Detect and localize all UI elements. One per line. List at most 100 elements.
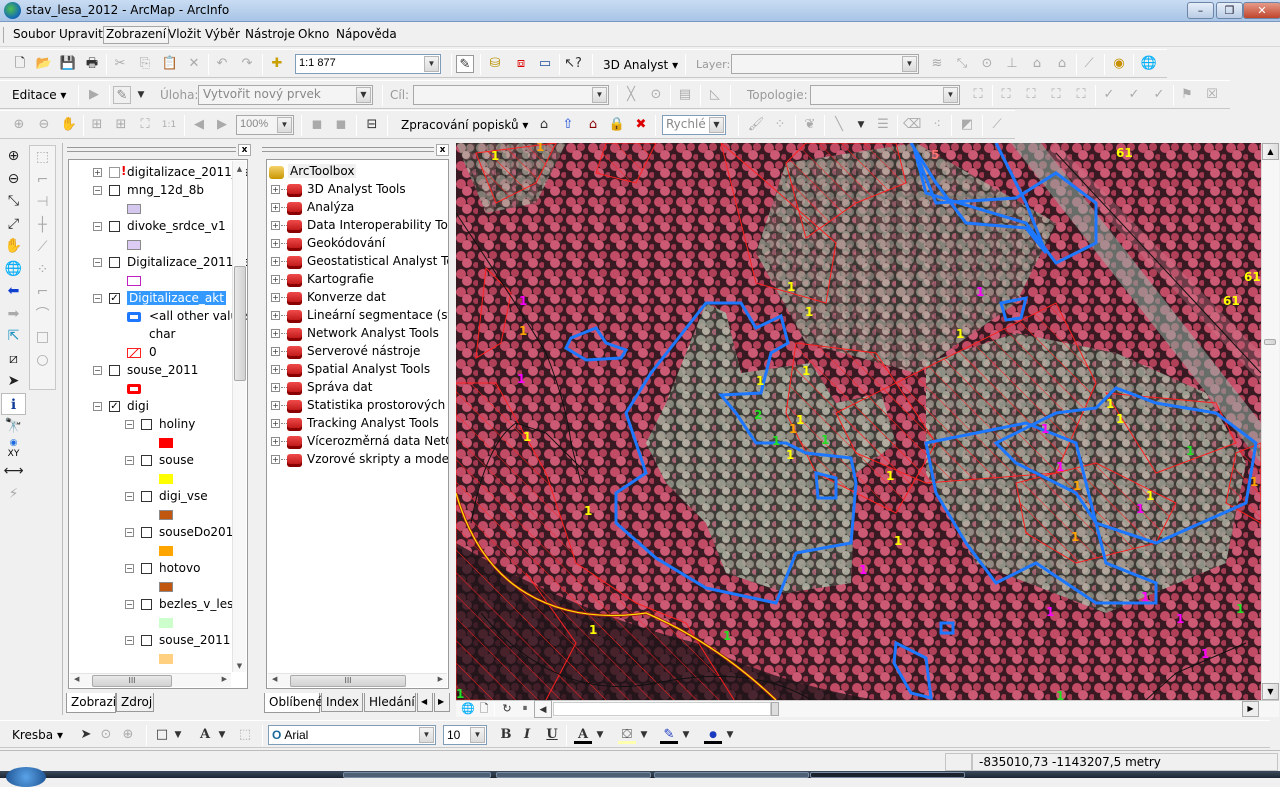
layer-symbol-swatch[interactable] bbox=[127, 240, 141, 250]
layer-name[interactable]: bezles_v_lese bbox=[159, 597, 241, 611]
open-folder-icon[interactable]: 📂 bbox=[35, 55, 53, 73]
arctoolbox-icon[interactable]: ⧈ bbox=[512, 55, 530, 73]
layer-name[interactable]: souse bbox=[159, 453, 194, 467]
find-binoculars-icon[interactable]: 🔭 bbox=[1, 415, 26, 438]
menu-vyber[interactable]: Výběr bbox=[203, 27, 242, 41]
toc-scroll-thumb[interactable] bbox=[234, 266, 246, 381]
collapse-icon[interactable]: − bbox=[93, 402, 102, 411]
validate-area-icon[interactable]: ✓ bbox=[1150, 86, 1168, 104]
expand-icon[interactable]: + bbox=[271, 383, 280, 392]
show-shared-features-icon[interactable]: ⛶ bbox=[1022, 86, 1040, 104]
expand-icon[interactable]: + bbox=[271, 329, 280, 338]
zoom-whole-page-icon[interactable]: ⛶ bbox=[136, 116, 154, 134]
arcscene-icon[interactable]: ◉ bbox=[1110, 55, 1128, 73]
toc-horizontal-scrollbar[interactable]: ◀ III ▶ bbox=[70, 673, 231, 687]
minimize-button[interactable]: – bbox=[1187, 2, 1214, 19]
expand-icon[interactable]: + bbox=[271, 293, 280, 302]
toc-layer-row[interactable]: − mng_12d_8b bbox=[69, 182, 239, 200]
font-color-icon[interactable]: A bbox=[574, 726, 592, 744]
menu-okno[interactable]: Okno bbox=[296, 27, 331, 41]
measure-icon[interactable]: ⟷ bbox=[1, 460, 26, 483]
rectangle-icon[interactable]: □ bbox=[30, 326, 55, 349]
chevron-down-icon[interactable]: ▼ bbox=[724, 726, 736, 744]
split-tool-icon[interactable]: ╳ bbox=[622, 86, 640, 104]
add-data-icon[interactable]: ✚ bbox=[268, 55, 286, 73]
taskbar-button[interactable] bbox=[343, 772, 491, 778]
map-canvas[interactable]: 115 61616121111111111111111111 11111 111111… bbox=[456, 143, 1261, 700]
layer-name[interactable]: divoke_srdce_v1 bbox=[127, 219, 226, 233]
expand-icon[interactable]: + bbox=[271, 239, 280, 248]
scroll-right-button[interactable]: ▶ bbox=[1242, 701, 1259, 717]
expand-icon[interactable]: + bbox=[271, 419, 280, 428]
layer-visibility-checkbox[interactable] bbox=[109, 221, 120, 232]
sketch-tool-icon[interactable]: ✎ bbox=[113, 86, 131, 104]
label-quality-combo[interactable]: Rychlé ▼ bbox=[662, 115, 726, 135]
start-button[interactable] bbox=[6, 767, 46, 787]
target-combo[interactable]: ▼ bbox=[413, 85, 609, 105]
profile-graph-icon[interactable]: ⟋ bbox=[1080, 55, 1098, 73]
expand-icon[interactable]: + bbox=[271, 347, 280, 356]
collapse-icon[interactable]: − bbox=[93, 294, 102, 303]
chevron-down-icon[interactable]: ▼ bbox=[638, 726, 650, 744]
label-weight-icon[interactable]: ⌂ bbox=[584, 116, 602, 134]
layout-zoom-combo[interactable]: 100% ▼ bbox=[236, 115, 294, 135]
focus-data-frame-icon[interactable]: ◼ bbox=[332, 116, 350, 134]
overlap-icon[interactable]: ◩ bbox=[958, 116, 976, 134]
font-combo[interactable]: O Arial ▼ bbox=[268, 725, 436, 745]
expand-icon[interactable]: + bbox=[271, 275, 280, 284]
construct-features-icon[interactable]: ⛶ bbox=[1047, 86, 1065, 104]
blue-outline-symbol[interactable] bbox=[127, 312, 141, 322]
layout-view-icon[interactable]: 🗋 bbox=[475, 700, 493, 718]
marker-color-icon[interactable]: ● bbox=[704, 726, 722, 744]
smooth-icon[interactable]: ⟋ bbox=[988, 116, 1006, 134]
layer-symbol-swatch[interactable] bbox=[159, 438, 173, 448]
italic-button[interactable]: I bbox=[518, 726, 536, 744]
sketch-properties-icon[interactable]: ◺ bbox=[706, 86, 724, 104]
validate-topology-icon[interactable]: ✓ bbox=[1100, 86, 1118, 104]
circle-icon[interactable]: ○ bbox=[30, 349, 55, 372]
tab-oblibene[interactable]: Oblíbené bbox=[264, 693, 323, 713]
trim-line-icon[interactable]: ┼ bbox=[30, 214, 55, 237]
expand-icon[interactable]: + bbox=[271, 455, 280, 464]
forward-arrow-icon[interactable]: ➡ bbox=[1, 303, 26, 326]
layer-visibility-checkbox[interactable] bbox=[141, 563, 152, 574]
map-scroll-thumb[interactable] bbox=[1264, 339, 1276, 345]
planarize-icon[interactable]: ⛶ bbox=[1072, 86, 1090, 104]
toc-layer-row[interactable]: − digi_vse bbox=[69, 488, 239, 506]
layer-symbol-swatch[interactable] bbox=[127, 276, 141, 286]
taskbar-button[interactable] bbox=[654, 772, 809, 778]
line-color-icon[interactable]: ✎ bbox=[660, 726, 678, 744]
distance-distance-icon[interactable]: ⁘ bbox=[30, 259, 55, 282]
extend-line-icon[interactable]: ⊣ bbox=[30, 191, 55, 214]
rotate-icon[interactable]: ⊙ bbox=[97, 726, 115, 744]
toolbar-grip[interactable] bbox=[3, 27, 6, 43]
layer-symbol-swatch[interactable] bbox=[159, 654, 173, 664]
clear-selection-icon[interactable]: ⧄ bbox=[1, 348, 26, 371]
map-scale-combo[interactable]: 1:1 877 ▼ bbox=[295, 54, 441, 74]
layer-symbol-swatch[interactable] bbox=[159, 474, 173, 484]
toolbox-hscroll-thumb[interactable]: III bbox=[290, 675, 406, 687]
layer-name[interactable]: souse_2011 bbox=[159, 633, 230, 647]
new-document-icon[interactable]: 🗋 bbox=[11, 55, 29, 73]
chevron-down-icon[interactable]: ▼ bbox=[709, 117, 724, 133]
layer-name[interactable]: digi_vse bbox=[159, 489, 208, 503]
refresh-icon[interactable]: ↻ bbox=[498, 700, 516, 718]
steepest-path-icon[interactable]: ⤡ bbox=[953, 55, 971, 73]
print-icon[interactable]: 🖶 bbox=[83, 55, 101, 73]
collapse-icon[interactable]: − bbox=[125, 492, 134, 501]
toc-layer-row[interactable]: − divoke_srdce_v1 bbox=[69, 218, 239, 236]
label-manager-icon[interactable]: ⌂ bbox=[535, 116, 553, 134]
toc-layer-row[interactable]: − souse_2011 bbox=[69, 362, 239, 380]
chevron-down-icon[interactable]: ▼ bbox=[902, 56, 917, 72]
layer-visibility-checkbox[interactable] bbox=[141, 491, 152, 502]
paste-icon[interactable]: 📋 bbox=[161, 55, 179, 73]
toc-layer-row[interactable]: − souse_2011 bbox=[69, 632, 239, 650]
interpolate-point-icon[interactable]: ⊥ bbox=[1003, 55, 1021, 73]
arc-segment-icon[interactable]: ⌐ bbox=[30, 169, 55, 192]
generalize-icon[interactable]: ⁖ bbox=[928, 116, 946, 134]
map-vertical-scrollbar[interactable]: ▲ ▼ bbox=[1261, 143, 1279, 700]
eraser-icon[interactable]: ⌫ bbox=[903, 116, 921, 134]
toc-vertical-scrollbar[interactable]: ▲ ▼ bbox=[232, 161, 246, 672]
toc-layer-row[interactable]: − Digitalizace_2011_ja bbox=[69, 254, 247, 272]
fixed-zoom-out-icon[interactable]: ⤢ bbox=[1, 213, 26, 236]
